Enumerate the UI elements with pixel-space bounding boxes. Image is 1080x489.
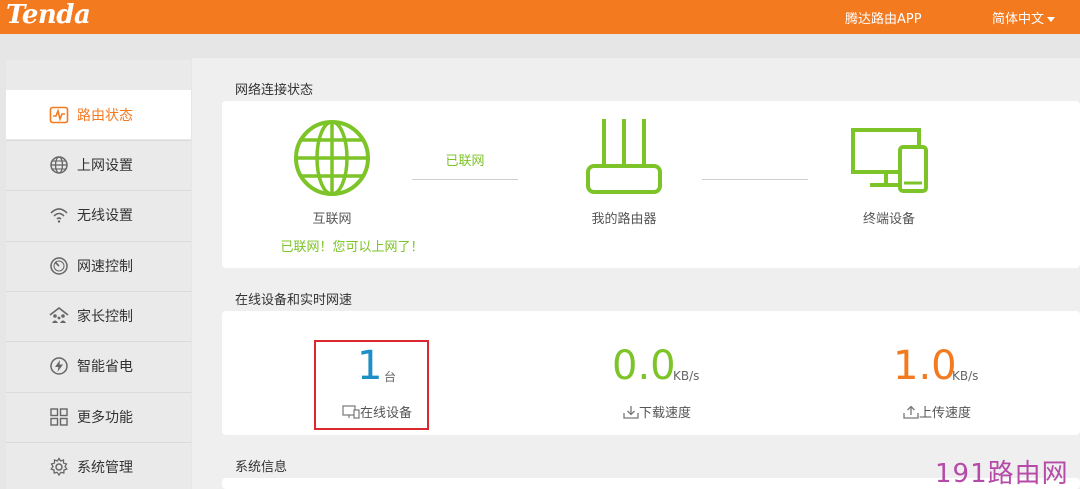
caret-down-icon [1047, 17, 1056, 22]
language-label: 简体中文 [992, 12, 1045, 27]
router-icon[interactable] [585, 116, 663, 196]
sidebar-item-wireless-settings[interactable]: 无线设置 [6, 190, 191, 239]
power-save-icon [50, 357, 68, 375]
gear-icon [50, 457, 68, 477]
online-title: 在线设备和实时网速 [235, 293, 353, 308]
connection-message: 已联网！您可以上网了！ [280, 240, 424, 255]
tenda-logo[interactable]: Tenda [6, 0, 91, 30]
grid-icon [50, 408, 68, 426]
upload-speed-unit: KB/s [952, 369, 979, 383]
status-chart-icon [49, 106, 69, 123]
wifi-icon [50, 208, 68, 223]
sidebar-item-more-features[interactable]: 更多功能 [6, 392, 191, 441]
connection-state: 已联网 [445, 154, 485, 169]
top-bar: Tenda 腾达路由APP 简体中文 [0, 0, 1080, 34]
sidebar-item-label: 无线设置 [77, 208, 133, 224]
connector-line [412, 179, 518, 180]
internet-globe-icon[interactable] [292, 118, 372, 198]
sidebar-item-label: 家长控制 [77, 309, 133, 325]
network-status-title: 网络连接状态 [235, 83, 314, 98]
sidebar-item-internet-settings[interactable]: 上网设置 [6, 140, 191, 189]
download-arrow-icon [623, 406, 639, 419]
globe-icon [50, 156, 68, 174]
upload-speed-value: 1.0 [893, 343, 957, 389]
upload-arrow-icon [903, 405, 919, 419]
download-speed-value: 0.0 [612, 343, 676, 389]
sidebar-item-label: 上网设置 [77, 158, 133, 174]
gauge-icon [50, 257, 68, 275]
system-info-title: 系统信息 [235, 460, 288, 475]
sidebar: 路由状态 上网设置 无线设置 网速控制 家长控制 智能省电 更多功能 系统管理 [6, 60, 191, 489]
internet-label: 互联网 [312, 212, 352, 227]
download-speed-unit: KB/s [673, 369, 700, 383]
sidebar-item-label: 智能省电 [77, 359, 133, 375]
sidebar-item-label: 系统管理 [77, 460, 133, 476]
download-speed-label: 下载速度 [639, 406, 692, 421]
connector-line [702, 179, 808, 180]
sidebar-item-label: 更多功能 [77, 410, 133, 426]
sidebar-item-router-status[interactable]: 路由状态 [6, 90, 191, 139]
watermark: 191路由网 [935, 459, 1069, 489]
router-label: 我的路由器 [591, 212, 657, 227]
family-icon [49, 306, 69, 323]
upload-speed-caption: 上传速度 [903, 402, 971, 421]
devices-icon[interactable] [850, 127, 930, 195]
sidebar-item-system-management[interactable]: 系统管理 [6, 442, 191, 489]
devices-label: 终端设备 [862, 212, 915, 227]
sidebar-item-power-saving[interactable]: 智能省电 [6, 341, 191, 390]
sidebar-item-speed-control[interactable]: 网速控制 [6, 241, 191, 290]
language-select[interactable]: 简体中文 [992, 8, 1056, 27]
download-speed-caption: 下载速度 [623, 402, 691, 421]
app-link[interactable]: 腾达路由APP [845, 8, 922, 27]
sidebar-item-label: 路由状态 [77, 107, 133, 124]
sidebar-item-parental-control[interactable]: 家长控制 [6, 291, 191, 340]
upload-speed-label: 上传速度 [919, 406, 972, 421]
sidebar-item-label: 网速控制 [77, 259, 133, 275]
highlight-box [314, 340, 429, 430]
